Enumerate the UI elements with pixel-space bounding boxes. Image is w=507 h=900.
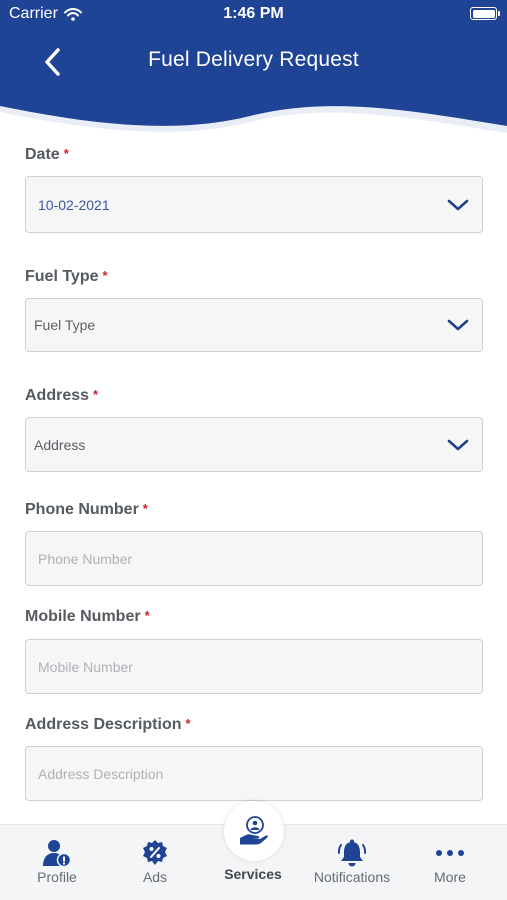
required-marker: * bbox=[63, 146, 69, 161]
address-label: Address * bbox=[25, 387, 98, 405]
tab-profile[interactable]: Profile bbox=[7, 825, 107, 900]
tab-more[interactable]: More bbox=[400, 825, 500, 900]
tab-ads[interactable]: Ads bbox=[105, 825, 205, 900]
required-marker: * bbox=[142, 501, 148, 516]
discount-badge-icon bbox=[143, 840, 167, 865]
tab-services[interactable] bbox=[224, 801, 284, 861]
fuel-type-label: Fuel Type * bbox=[25, 268, 108, 286]
tab-notifications-label: Notifications bbox=[313, 869, 391, 885]
address-description-field[interactable]: Address Description bbox=[25, 746, 483, 801]
page-title: Fuel Delivery Request bbox=[148, 48, 359, 71]
fuel-type-select[interactable]: Fuel Type bbox=[25, 298, 483, 352]
address-description-label: Address Description * bbox=[25, 716, 191, 734]
phone-number-label-text: Phone Number bbox=[25, 501, 139, 518]
mobile-number-field[interactable]: Mobile Number bbox=[25, 639, 483, 694]
address-description-label-text: Address Description bbox=[25, 716, 182, 733]
required-marker: * bbox=[185, 716, 191, 731]
date-select[interactable]: 10-02-2021 bbox=[25, 176, 483, 233]
address-value: Address bbox=[34, 436, 86, 453]
status-time: 1:46 PM bbox=[223, 5, 284, 22]
chevron-down-icon bbox=[447, 319, 469, 331]
mobile-number-label-text: Mobile Number bbox=[25, 608, 141, 625]
tab-ads-label: Ads bbox=[142, 869, 168, 885]
mobile-number-label: Mobile Number * bbox=[25, 608, 150, 626]
tab-notifications[interactable]: Notifications bbox=[302, 825, 402, 900]
bell-icon bbox=[337, 839, 367, 867]
required-marker: * bbox=[144, 608, 150, 623]
fuel-type-value: Fuel Type bbox=[34, 317, 96, 333]
date-label: Date * bbox=[25, 146, 69, 164]
chevron-down-icon bbox=[447, 199, 469, 210]
phone-number-placeholder: Phone Number bbox=[38, 550, 133, 567]
battery-icon bbox=[470, 7, 500, 20]
address-description-placeholder: Address Description bbox=[38, 765, 164, 782]
services-hand-icon bbox=[240, 816, 268, 845]
more-dots-icon bbox=[436, 850, 464, 856]
date-value: 10-02-2021 bbox=[38, 196, 110, 213]
tab-profile-label: Profile bbox=[37, 869, 77, 885]
phone-number-field[interactable]: Phone Number bbox=[25, 531, 483, 586]
mobile-number-placeholder: Mobile Number bbox=[38, 658, 133, 675]
tab-services-label: Services bbox=[224, 866, 282, 882]
chevron-down-icon bbox=[447, 439, 469, 450]
date-label-text: Date bbox=[25, 146, 60, 163]
tab-more-label: More bbox=[434, 869, 466, 885]
header: Carrier 1:46 PM Fuel Delivery Request bbox=[0, 0, 507, 150]
address-label-text: Address bbox=[25, 387, 90, 404]
phone-number-label: Phone Number * bbox=[25, 501, 148, 519]
required-marker: * bbox=[93, 387, 99, 402]
fuel-type-label-text: Fuel Type bbox=[25, 268, 99, 285]
status-bar: Carrier 1:46 PM bbox=[0, 0, 507, 28]
required-marker: * bbox=[102, 268, 108, 283]
address-select[interactable]: Address bbox=[25, 417, 483, 472]
profile-icon bbox=[43, 840, 71, 867]
